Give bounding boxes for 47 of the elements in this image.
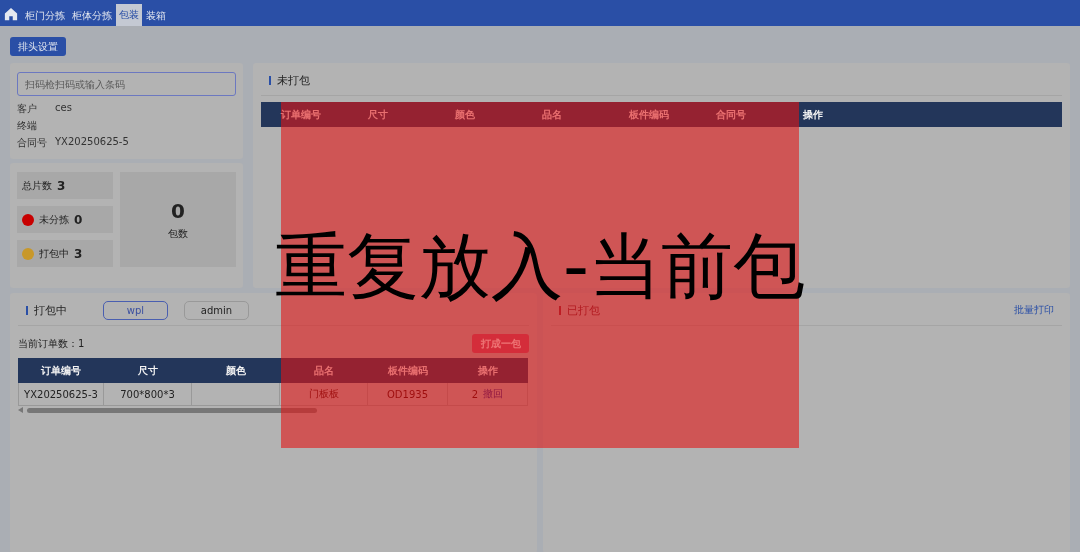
stat-value: 0 (74, 212, 83, 227)
stat-value: 3 (57, 178, 66, 193)
table-cell: 门板板 (280, 383, 368, 406)
column-header: 尺寸 (367, 107, 389, 122)
info-label: 客户 (17, 102, 38, 116)
info-label: 终端 (17, 119, 38, 133)
panel-title: 打包中 (34, 302, 67, 318)
column-header: 品名 (541, 107, 563, 122)
user-tab[interactable]: wpl (103, 300, 168, 320)
nav-tab[interactable]: 包装 (116, 4, 142, 26)
stat-label: 未分拣 (39, 212, 69, 227)
column-header: 板件编码 (368, 358, 448, 383)
column-header: 订单编号 (18, 358, 104, 383)
barcode-input-field[interactable]: 扫码枪扫码或输入条码 (17, 72, 236, 96)
scrollbar-thumb[interactable] (27, 407, 317, 413)
info-label: 合同号 (17, 136, 48, 150)
nav-tab[interactable]: 柜体分拣 (69, 6, 115, 26)
table-cell: 700*800*3 (104, 383, 192, 406)
table-cell: YX20250625-3 (18, 383, 104, 406)
package-count-label: 包数 (168, 226, 188, 241)
stat-value: 3 (74, 246, 83, 261)
column-header: 合同号 (715, 107, 747, 122)
stat-label: 打包中 (39, 246, 69, 261)
column-header: 颜色 (454, 107, 476, 122)
panel-title: 未打包 (277, 72, 310, 88)
column-header: 颜色 (192, 358, 280, 383)
alert-message: 重复放入-当前包 (275, 230, 805, 302)
column-header: 品名 (280, 358, 368, 383)
item-count: 2 (471, 388, 479, 400)
order-count: 当前订单数：1 (18, 336, 85, 351)
header-settings-button[interactable]: 排头设置 (10, 37, 66, 56)
column-header: 订单编号 (280, 107, 322, 122)
home-icon[interactable] (4, 7, 18, 21)
scroll-left-icon[interactable] (18, 407, 23, 413)
user-tab[interactable]: admin (184, 300, 249, 320)
info-value: ces (55, 102, 73, 115)
column-header: 板件编码 (628, 107, 670, 122)
nav-tab[interactable]: 柜门分拣 (22, 6, 68, 26)
info-value: YX20250625-5 (55, 136, 130, 149)
package-count: 0 (171, 198, 185, 223)
column-header: 尺寸 (104, 358, 192, 383)
stat-label: 总片数 (22, 178, 52, 193)
column-header: 操作 (448, 358, 528, 383)
table-cell: OD1935 (368, 383, 448, 406)
column-header: 操作 (802, 107, 824, 122)
nav-tab[interactable]: 装箱 (143, 6, 169, 26)
batch-print-link[interactable]: 批量打印 (1014, 303, 1054, 317)
